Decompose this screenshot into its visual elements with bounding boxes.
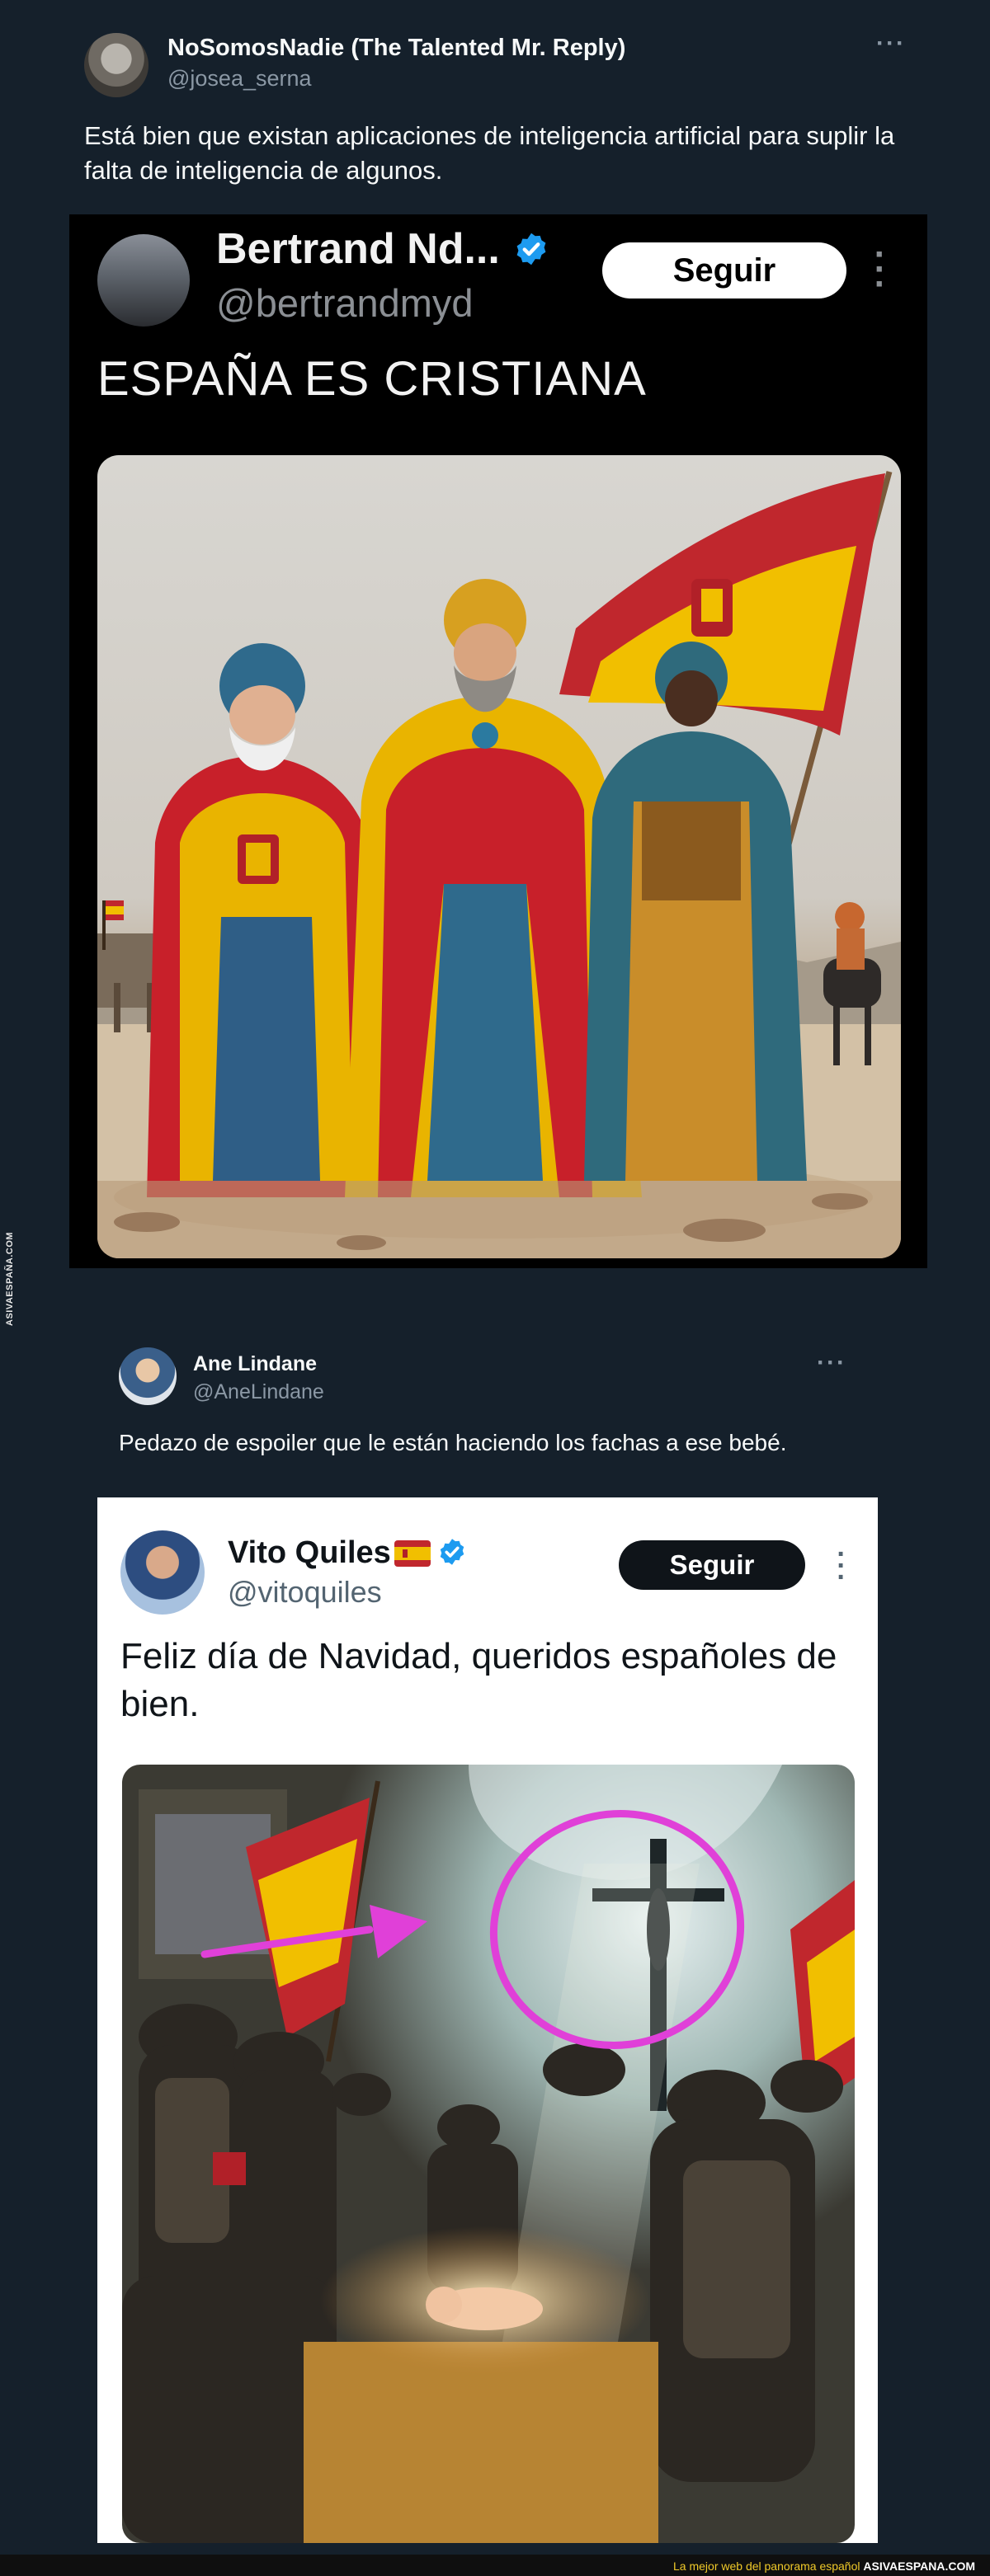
tweet-text: Pedazo de espoiler que le están haciendo… xyxy=(119,1430,787,1455)
author-avatar[interactable] xyxy=(119,1347,177,1405)
quoted-tweet-text: Feliz día de Navidad, queridos españoles… xyxy=(120,1636,837,1724)
footer-site: ASIVAESPANA.COM xyxy=(863,2560,975,2573)
follow-button: Seguir xyxy=(619,1540,805,1590)
quoted-author-avatar xyxy=(97,234,190,327)
more-vertical-icon: · · · xyxy=(837,1539,846,1593)
side-watermark: ASIVAESPAÑA.COM xyxy=(5,1231,15,1326)
verified-badge-icon xyxy=(440,1539,464,1565)
three-kings-flag-image xyxy=(97,455,901,1258)
footer-text: La mejor web del panorama español ASIVAE… xyxy=(673,2560,975,2573)
quoted-author-avatar xyxy=(120,1530,205,1615)
more-vertical-icon: · · · xyxy=(874,234,887,304)
author-handle[interactable]: @AneLindane xyxy=(193,1380,324,1404)
quoted-tweet-text: ESPAÑA ES CRISTIANA xyxy=(97,352,647,406)
author-avatar[interactable] xyxy=(84,33,148,97)
spain-flag-icon xyxy=(394,1540,431,1567)
soldiers-nativity-image xyxy=(122,1765,855,2543)
author-name[interactable]: Ane Lindane xyxy=(193,1352,317,1376)
verified-badge-icon xyxy=(516,233,546,266)
more-horizontal-icon[interactable]: ··· xyxy=(817,1349,846,1377)
more-horizontal-icon[interactable]: ··· xyxy=(876,30,906,58)
quoted-author-handle: @vitoquiles xyxy=(228,1575,382,1609)
footer-tagline: La mejor web del panorama español xyxy=(673,2560,860,2573)
quoted-author-name: Bertrand Nd... xyxy=(216,225,500,273)
author-name[interactable]: NoSomosNadie (The Talented Mr. Reply) xyxy=(167,35,625,62)
quoted-author-handle: @bertrandmyd xyxy=(216,281,474,325)
quoted-author-name: Vito Quiles xyxy=(228,1535,391,1570)
tweet-text: Está bien que existan aplicaciones de in… xyxy=(84,121,895,185)
follow-button: Seguir xyxy=(602,242,846,298)
author-handle[interactable]: @josea_serna xyxy=(167,66,312,92)
